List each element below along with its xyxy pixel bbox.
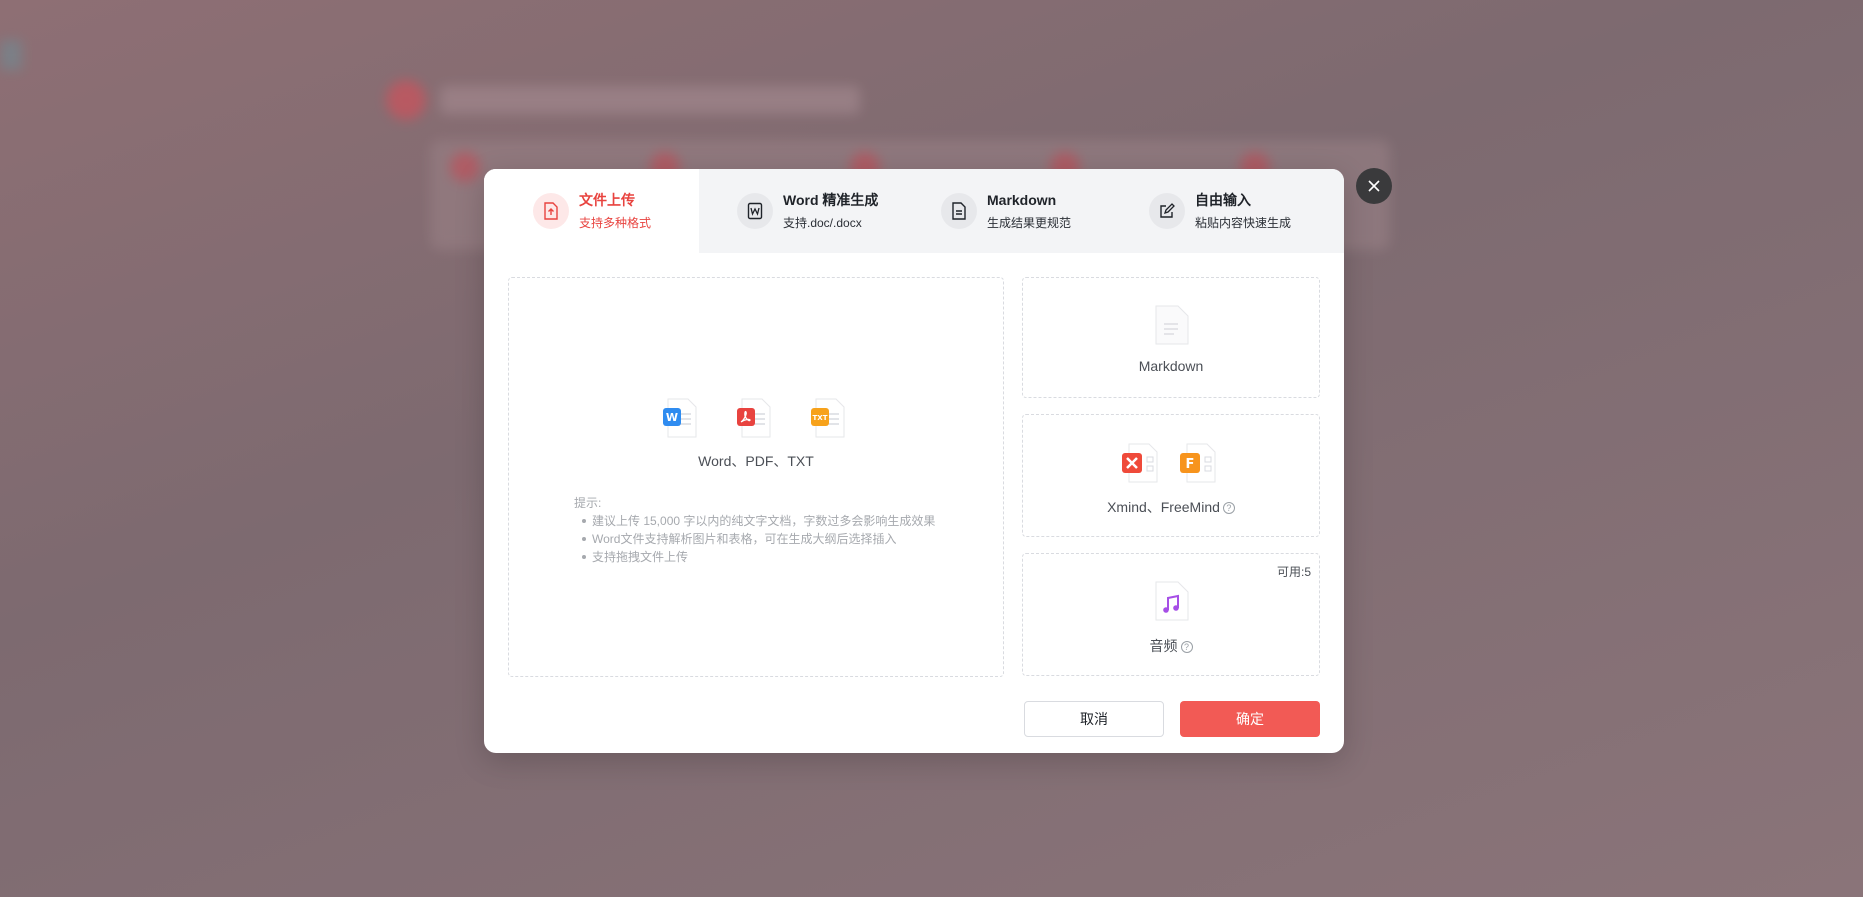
tab-subtitle: 支持多种格式: [579, 216, 652, 230]
background-dot: [450, 152, 480, 182]
document-lines-icon: [941, 193, 977, 229]
word-file-icon: W: [660, 396, 704, 440]
tab-title: 自由输入: [1195, 192, 1251, 208]
mindmap-upload-card[interactable]: F Xmind、FreeMind?: [1022, 414, 1320, 537]
help-icon[interactable]: ?: [1222, 502, 1235, 514]
tip-item: Word文件支持解析图片和表格，可在生成大纲后选择插入: [574, 530, 935, 548]
pdf-file-icon: [734, 396, 778, 440]
markdown-card-label: Markdown: [1138, 358, 1204, 374]
tab-file-upload[interactable]: 文件上传 支持多种格式: [484, 169, 699, 253]
tips-title: 提示:: [574, 496, 602, 510]
markdown-upload-card[interactable]: Markdown: [1022, 277, 1320, 398]
txt-file-icon: TXT: [808, 396, 852, 440]
audio-file-icon: [1155, 581, 1189, 621]
tab-subtitle: 粘贴内容快速生成: [1195, 216, 1292, 230]
mindmap-label-text: Xmind、FreeMind: [1107, 499, 1220, 515]
tip-item: 建议上传 15,000 字以内的纯文字文档，字数过多会影响生成效果: [574, 512, 935, 530]
background-logo: [386, 80, 426, 120]
tab-subtitle: 支持.doc/.docx: [783, 216, 862, 230]
tab-title: Word 精准生成: [783, 192, 879, 208]
help-icon[interactable]: ?: [1180, 641, 1193, 653]
tab-title: Markdown: [987, 192, 1057, 208]
close-dialog-button[interactable]: [1356, 168, 1392, 204]
import-tabs: 文件上传 支持多种格式 Word 精准生成 支持.doc/.docx Markd…: [484, 169, 1344, 253]
mindmap-card-label: Xmind、FreeMind?: [1023, 497, 1319, 517]
svg-text:W: W: [666, 411, 678, 424]
freemind-file-icon: F: [1180, 443, 1216, 483]
tab-subtitle: 生成结果更规范: [987, 216, 1072, 230]
word-doc-icon: [737, 193, 773, 229]
background-sidebar-tab: [0, 40, 22, 70]
upload-file-icon: [533, 193, 569, 229]
file-type-icons: W TXT: [509, 396, 1003, 440]
svg-text:F: F: [1186, 457, 1195, 472]
tab-title: 文件上传: [579, 192, 635, 208]
audio-quota-badge: 可用:5: [1276, 565, 1311, 579]
upload-tips: 提示: 建议上传 15,000 字以内的纯文字文档，字数过多会影响生成效果 Wo…: [574, 494, 935, 566]
supported-formats-label: Word、PDF、TXT: [698, 453, 814, 469]
tab-word-precise[interactable]: Word 精准生成 支持.doc/.docx: [699, 169, 919, 253]
cancel-button[interactable]: 取消: [1024, 701, 1164, 737]
tab-markdown[interactable]: Markdown 生成结果更规范: [919, 169, 1129, 253]
tip-item: 支持拖拽文件上传: [574, 548, 935, 566]
confirm-button[interactable]: 确定: [1180, 701, 1320, 737]
edit-icon: [1149, 193, 1185, 229]
audio-card-label: 音频?: [1023, 636, 1319, 656]
import-dialog: 文件上传 支持多种格式 Word 精准生成 支持.doc/.docx Markd…: [484, 169, 1344, 753]
audio-label-text: 音频: [1149, 638, 1178, 654]
file-drop-zone[interactable]: W TXT Word、PDF、TXT 提示: 建议上传 15,000 字以内的纯…: [508, 277, 1004, 677]
tab-free-input[interactable]: 自由输入 粘贴内容快速生成: [1129, 169, 1344, 253]
svg-text:TXT: TXT: [813, 414, 828, 422]
audio-upload-card[interactable]: 可用:5 音频?: [1022, 553, 1320, 676]
close-icon: [1368, 180, 1380, 192]
background-toolbar: [440, 86, 860, 114]
xmind-file-icon: [1122, 443, 1158, 483]
markdown-file-icon: [1155, 305, 1189, 345]
